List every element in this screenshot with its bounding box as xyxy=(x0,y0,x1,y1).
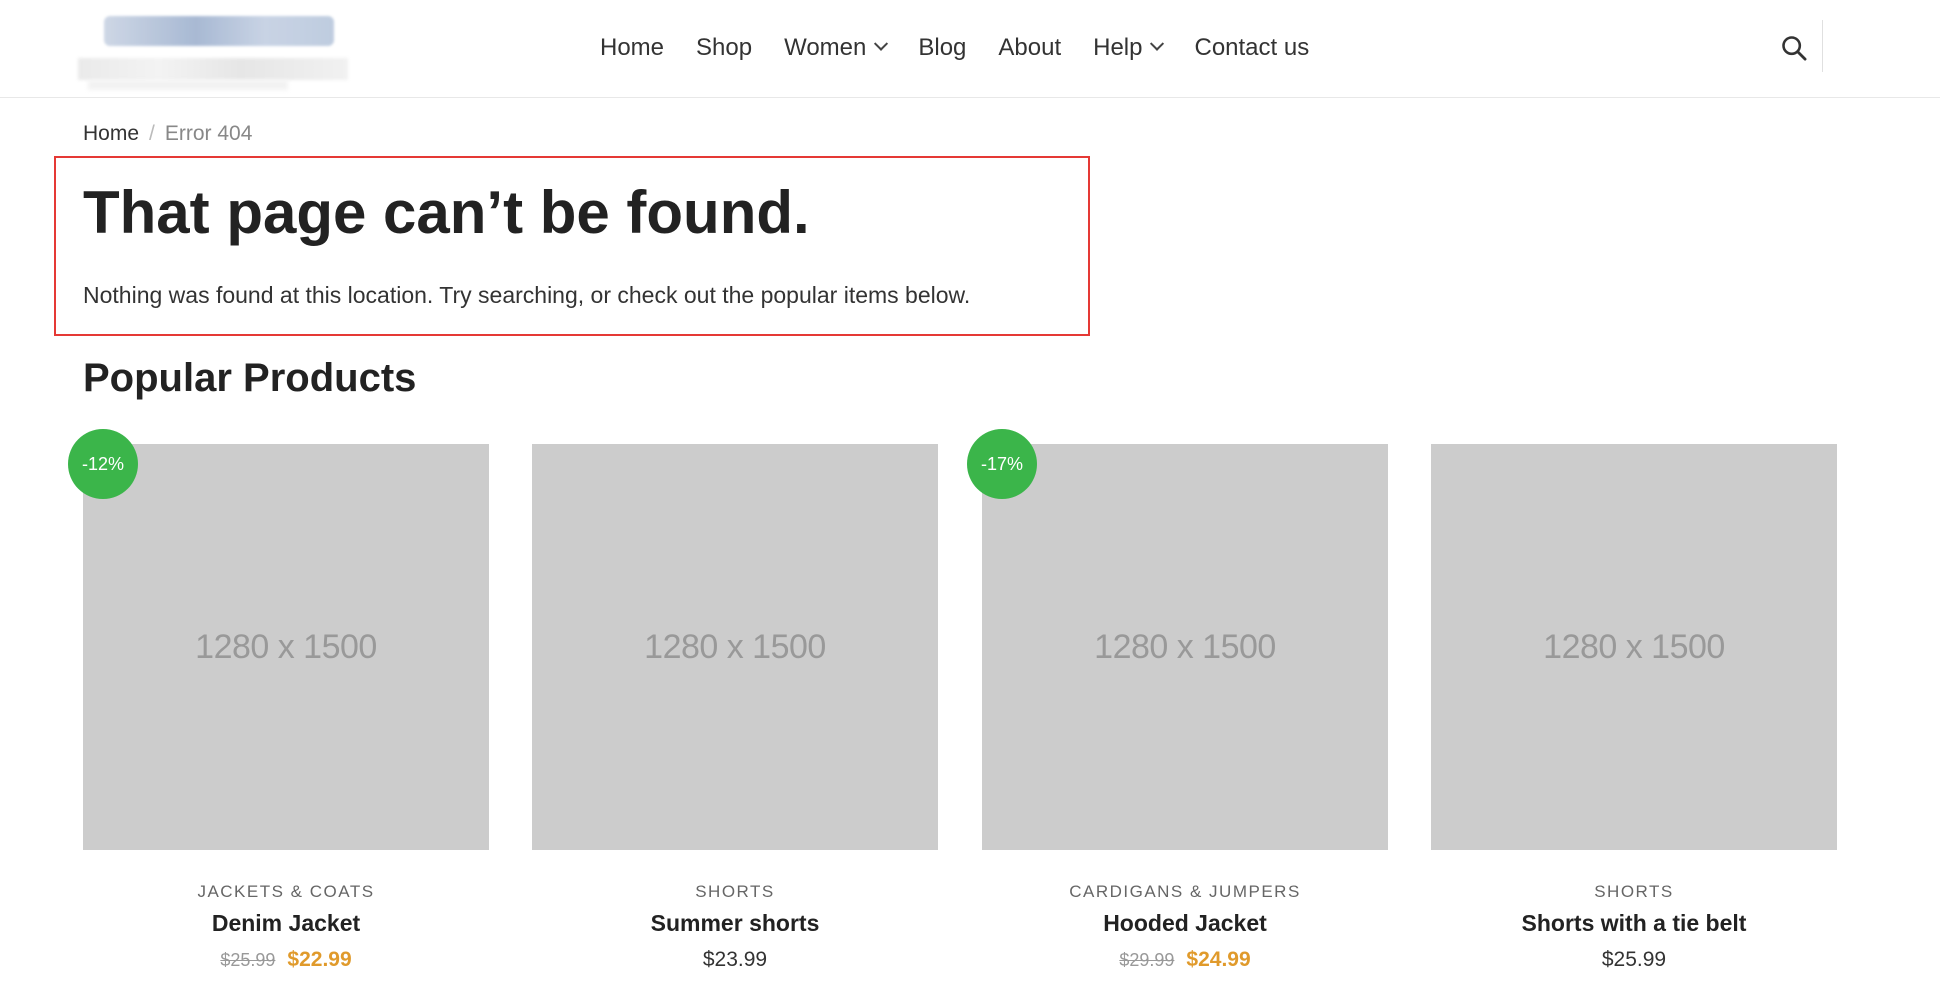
nav-item-women[interactable]: Women xyxy=(784,34,889,62)
breadcrumb-current: Error 404 xyxy=(164,122,253,145)
page-title: That page can’t be found. xyxy=(83,179,810,246)
nav-item-home[interactable]: Home xyxy=(600,34,664,62)
page-description: Nothing was found at this location. Try … xyxy=(83,282,971,308)
site-logo[interactable] xyxy=(78,14,350,90)
product-grid: 1280 x 1500 -12% JACKETS & COATS Denim J… xyxy=(68,429,1837,1003)
nav-item-label: About xyxy=(998,34,1062,61)
nav-item-help[interactable]: Help xyxy=(1093,34,1165,62)
product-old-price: $29.99 xyxy=(1119,950,1175,970)
image-placeholder-text: 1280 x 1500 xyxy=(195,627,377,666)
product-image[interactable]: 1280 x 1500 xyxy=(83,444,489,850)
breadcrumb-home-link[interactable]: Home xyxy=(83,122,139,146)
image-placeholder-text: 1280 x 1500 xyxy=(1094,627,1276,666)
nav-item-label: Contact us xyxy=(1194,34,1310,61)
product-old-price: $25.99 xyxy=(220,950,276,970)
product-price: $23.99 xyxy=(702,948,768,971)
product-category: SHORTS xyxy=(695,882,775,901)
product-card: 1280 x 1500 SHORTS Shorts with a tie bel… xyxy=(1431,444,1837,1003)
main-nav: Home Shop Women Blog About Help Contact … xyxy=(600,28,1341,68)
nav-item-label: Home xyxy=(600,34,665,61)
product-category: JACKETS & COATS xyxy=(197,882,375,901)
product-sale-price: $24.99 xyxy=(1186,948,1251,971)
product-name[interactable]: Shorts with a tie belt xyxy=(1431,910,1837,937)
nav-item-shop[interactable]: Shop xyxy=(696,34,752,62)
product-category: CARDIGANS & JUMPERS xyxy=(1069,882,1301,901)
site-header: Home Shop Women Blog About Help Contact … xyxy=(0,0,1940,98)
nav-item-contact[interactable]: Contact us xyxy=(1194,34,1309,62)
search-icon[interactable] xyxy=(1780,34,1808,62)
nav-item-about[interactable]: About xyxy=(998,34,1061,62)
nav-item-label: Women xyxy=(784,34,867,61)
chevron-down-icon xyxy=(1150,36,1165,51)
product-price: $25.99 xyxy=(1601,948,1667,971)
nav-item-label: Blog xyxy=(918,34,967,61)
nav-item-label: Help xyxy=(1093,34,1143,61)
product-card: 1280 x 1500 -12% JACKETS & COATS Denim J… xyxy=(68,429,489,1003)
product-image[interactable]: 1280 x 1500 xyxy=(1431,444,1837,850)
product-name[interactable]: Hooded Jacket xyxy=(982,910,1388,937)
chevron-down-icon xyxy=(874,36,889,51)
sale-badge: -12% xyxy=(68,429,138,499)
popular-products-title: Popular Products xyxy=(83,356,417,400)
product-sale-price: $22.99 xyxy=(287,948,352,971)
product-price: $25.99 $22.99 xyxy=(83,948,489,972)
product-image[interactable]: 1280 x 1500 xyxy=(982,444,1388,850)
image-placeholder-text: 1280 x 1500 xyxy=(1543,627,1725,666)
product-category: SHORTS xyxy=(1594,882,1674,901)
breadcrumb: Home / Error 404 xyxy=(83,122,252,146)
nav-item-blog[interactable]: Blog xyxy=(918,34,966,62)
image-placeholder-text: 1280 x 1500 xyxy=(644,627,826,666)
product-price: $29.99 $24.99 xyxy=(982,948,1388,972)
nav-item-label: Shop xyxy=(696,34,753,61)
sale-badge: -17% xyxy=(967,429,1037,499)
product-card: 1280 x 1500 -17% CARDIGANS & JUMPERS Hoo… xyxy=(967,429,1388,1003)
product-name[interactable]: Denim Jacket xyxy=(83,910,489,937)
product-name[interactable]: Summer shorts xyxy=(532,910,938,937)
product-card: 1280 x 1500 SHORTS Summer shorts $23.99 xyxy=(532,444,938,1003)
product-image[interactable]: 1280 x 1500 xyxy=(532,444,938,850)
breadcrumb-separator: / xyxy=(149,122,155,145)
header-divider xyxy=(1822,20,1823,72)
